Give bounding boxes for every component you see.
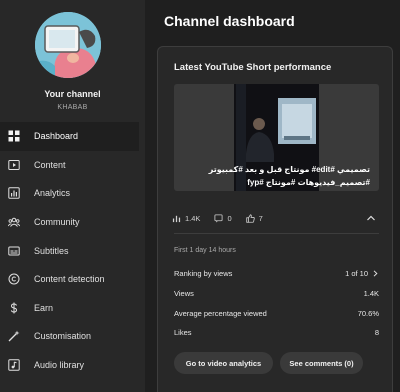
avatar-illustration <box>35 12 101 78</box>
sidebar-item-label: Earn <box>34 302 54 313</box>
period-label: First 1 day 14 hours <box>174 247 236 254</box>
metric-value: 70.6% <box>357 309 379 318</box>
channel-avatar[interactable] <box>35 12 101 78</box>
card-title: Latest YouTube Short performance <box>174 62 332 73</box>
bar-chart-icon <box>172 215 181 222</box>
chevron-up-icon[interactable] <box>366 213 376 223</box>
sidebar-nav: Dashboard Content Analytics Community Su… <box>0 122 139 379</box>
views-stat: 1.4K <box>172 214 200 223</box>
sidebar-item-subtitles[interactable]: Subtitles <box>0 236 139 265</box>
sidebar-item-dashboard[interactable]: Dashboard <box>0 122 139 151</box>
sidebar-item-label: Analytics <box>34 188 71 199</box>
sidebar-item-label: Customisation <box>34 331 92 342</box>
metric-label: Average percentage viewed <box>174 309 267 318</box>
comments-stat: 0 <box>214 213 232 223</box>
metric-value: 8 <box>374 328 379 337</box>
wand-icon <box>8 330 20 342</box>
page-title: Channel dashboard <box>164 13 295 29</box>
short-stats-row: 1.4K 0 7 <box>172 211 382 225</box>
copyright-icon <box>8 273 20 285</box>
sidebar-item-community[interactable]: Community <box>0 208 139 237</box>
metric-value: 1 of 10 <box>345 269 379 278</box>
main-area: Channel dashboard Latest YouTube Short p… <box>145 0 400 392</box>
channel-label: Your channel <box>44 89 101 99</box>
sidebar-item-label: Dashboard <box>34 131 79 142</box>
sidebar-item-audio-library[interactable]: Audio library <box>0 351 139 380</box>
community-icon <box>8 216 20 228</box>
comment-icon <box>214 213 223 223</box>
sidebar-item-label: Content detection <box>34 274 105 285</box>
sidebar-item-label: Subtitles <box>34 245 69 256</box>
metric-label: Views <box>174 289 194 298</box>
views-count: 1.4K <box>185 213 201 223</box>
likes-count: 7 <box>258 213 263 223</box>
metric-ranking[interactable]: Ranking by views 1 of 10 <box>174 269 379 278</box>
metric-likes: Likes 8 <box>174 328 379 337</box>
metric-value: 1.4K <box>363 289 379 298</box>
sidebar-item-label: Audio library <box>34 360 85 371</box>
thumbs-up-icon <box>245 213 255 223</box>
channel-handle: KHABAB <box>57 104 88 111</box>
metric-label: Likes <box>174 328 192 337</box>
likes-stat: 7 <box>245 213 263 223</box>
sidebar: Your channel KHABAB Dashboard Content An… <box>0 0 145 392</box>
sidebar-item-analytics[interactable]: Analytics <box>0 179 139 208</box>
see-comments-button[interactable]: See comments (0) <box>280 352 363 374</box>
content-icon <box>8 159 20 171</box>
sidebar-item-label: Community <box>34 217 80 228</box>
sidebar-item-content[interactable]: Content <box>0 151 139 180</box>
sidebar-item-customisation[interactable]: Customisation <box>0 322 139 351</box>
divider <box>174 233 379 234</box>
short-thumbnail[interactable]: تصميمي #edit# مونتاج ﻗﺒﻞ و بعد #كمبيوتر … <box>174 84 379 191</box>
ranking-value: 1 of 10 <box>345 269 368 278</box>
subtitles-icon <box>8 245 20 257</box>
short-caption: تصميمي #edit# مونتاج ﻗﺒﻞ و بعد #كمبيوتر … <box>208 165 370 187</box>
sidebar-item-earn[interactable]: Earn <box>0 294 139 323</box>
sidebar-item-content-detection[interactable]: Content detection <box>0 265 139 294</box>
comments-count: 0 <box>227 213 232 223</box>
latest-short-card: Latest YouTube Short performance تصميمي … <box>157 46 393 392</box>
chevron-right-icon <box>373 270 378 277</box>
dollar-icon <box>8 302 20 314</box>
metric-average-percentage-viewed: Average percentage viewed 70.6% <box>174 309 379 318</box>
metric-views: Views 1.4K <box>174 289 379 298</box>
sidebar-item-label: Content <box>34 159 66 170</box>
metric-label: Ranking by views <box>174 269 233 278</box>
analytics-icon <box>8 187 20 200</box>
audio-library-icon <box>8 359 20 371</box>
go-to-video-analytics-button[interactable]: Go to video analytics <box>174 352 273 374</box>
dashboard-icon <box>8 130 20 142</box>
